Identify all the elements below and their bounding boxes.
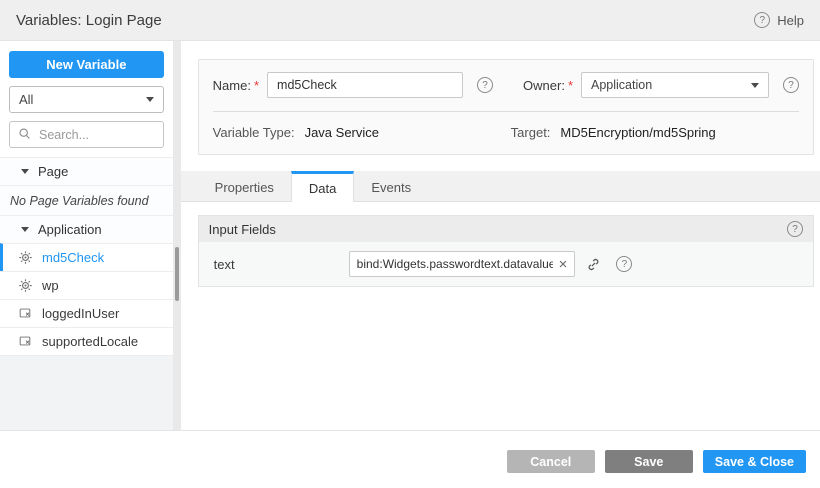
filter-selected-value: All: [19, 92, 33, 107]
bind-link-icon[interactable]: [586, 257, 601, 272]
input-fields-header: Input Fields: [199, 216, 813, 242]
chevron-down-icon: [751, 83, 759, 88]
page-empty-note: No Page Variables found: [0, 185, 173, 215]
name-help-icon[interactable]: [477, 77, 493, 93]
detail-tabbar: Properties Data Events: [181, 171, 820, 202]
owner-help-icon[interactable]: [783, 77, 799, 93]
variables-tree: Page No Page Variables found Application…: [0, 157, 173, 430]
sidebar-item-loggedinuser[interactable]: loggedInUser: [0, 299, 173, 327]
name-input[interactable]: [267, 72, 463, 98]
input-fields-section: Input Fields text: [198, 215, 814, 287]
search-icon: [18, 127, 33, 142]
search-input[interactable]: [39, 128, 155, 142]
page-title: Variables: Login Page: [16, 12, 162, 29]
variable-name: md5Check: [42, 250, 104, 265]
variable-name: supportedLocale: [42, 334, 138, 349]
java-service-icon: [18, 278, 33, 293]
target-label: Target:: [511, 125, 551, 140]
tab-data[interactable]: Data: [291, 171, 354, 202]
sidebar-filler: [0, 355, 173, 430]
card-divider: [213, 111, 799, 112]
help-label: Help: [777, 13, 804, 28]
action-footer: Cancel Save Save & Close: [0, 430, 820, 488]
group-label: Application: [38, 222, 102, 237]
collapse-caret-icon: [21, 169, 29, 174]
input-fields-title: Input Fields: [209, 222, 276, 237]
variable-icon: [18, 306, 33, 321]
bind-expression-input[interactable]: [357, 257, 553, 271]
variable-filter-select[interactable]: All: [9, 86, 164, 113]
variable-type-value: Java Service: [305, 125, 379, 140]
scrollbar-thumb[interactable]: [175, 247, 179, 301]
variable-name: wp: [42, 278, 59, 293]
name-label: Name:*: [213, 78, 261, 93]
required-asterisk: *: [254, 78, 259, 93]
collapse-caret-icon: [21, 227, 29, 232]
tree-group-page[interactable]: Page: [0, 157, 173, 185]
sidebar-scrollbar[interactable]: [173, 41, 181, 430]
input-fields-help-icon[interactable]: [787, 221, 803, 237]
help-button[interactable]: Help: [754, 12, 804, 28]
group-label: Page: [38, 164, 68, 179]
tree-group-application[interactable]: Application: [0, 215, 173, 243]
variable-detail-panel: Name:* Owner:* Application Variable Type…: [181, 41, 820, 430]
help-icon: [754, 12, 770, 28]
target-value: MD5Encryption/md5Spring: [560, 125, 715, 140]
variable-summary-card: Name:* Owner:* Application Variable Type…: [198, 59, 814, 155]
variable-type-label: Variable Type:: [213, 125, 295, 140]
input-fields-body: text: [199, 242, 813, 286]
sidebar-item-supportedlocale[interactable]: supportedLocale: [0, 327, 173, 355]
required-asterisk: *: [568, 78, 573, 93]
bind-input-wrapper: [349, 251, 576, 277]
clear-binding-icon[interactable]: [559, 257, 568, 272]
owner-label: Owner:*: [523, 78, 575, 93]
tab-events[interactable]: Events: [354, 171, 428, 201]
app-header: Variables: Login Page Help: [0, 0, 820, 41]
java-service-icon: [18, 250, 33, 265]
save-and-close-button[interactable]: Save & Close: [703, 450, 806, 473]
tab-properties[interactable]: Properties: [198, 171, 291, 201]
sidebar-item-wp[interactable]: wp: [0, 271, 173, 299]
search-box[interactable]: [9, 121, 164, 148]
sidebar-item-md5check[interactable]: md5Check: [0, 243, 173, 271]
cancel-button[interactable]: Cancel: [507, 450, 595, 473]
field-name-label: text: [209, 257, 349, 272]
variables-sidebar: New Variable All Page No Page Variables …: [0, 41, 173, 430]
owner-selected-value: Application: [591, 78, 652, 92]
save-button[interactable]: Save: [605, 450, 693, 473]
bind-help-icon[interactable]: [616, 256, 632, 272]
variable-name: loggedInUser: [42, 306, 119, 321]
chevron-down-icon: [146, 97, 154, 102]
new-variable-button[interactable]: New Variable: [9, 51, 164, 78]
field-row-text: text: [209, 251, 803, 277]
owner-select[interactable]: Application: [581, 72, 769, 98]
variable-icon: [18, 334, 33, 349]
